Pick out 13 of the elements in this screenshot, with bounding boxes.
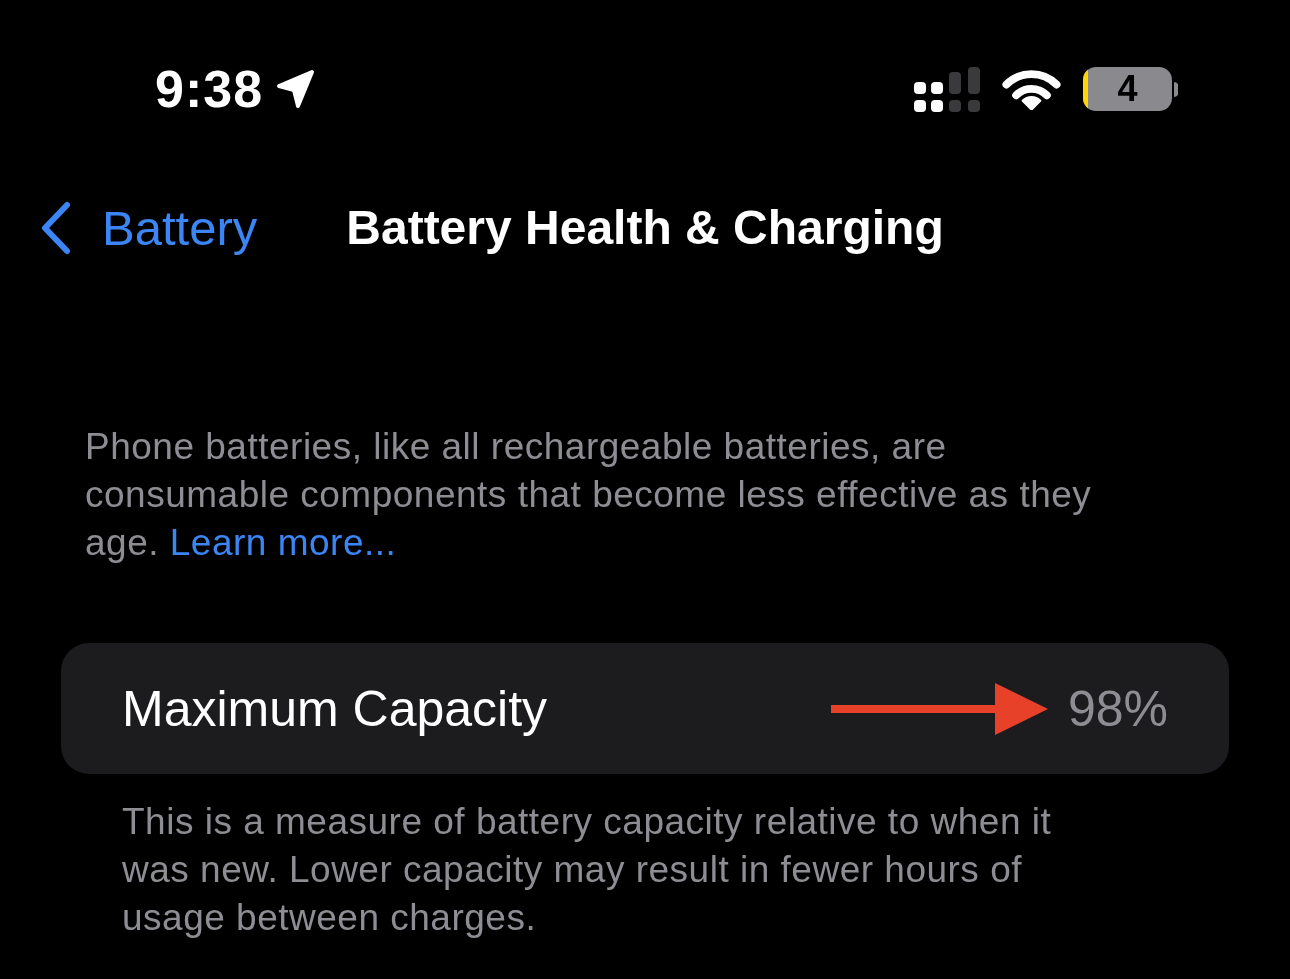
- intro-text: Phone batteries, like all rechargeable batteries, are consumable components that become less effective as they age. Learn more...: [85, 425, 1093, 565]
- page-title: Battery Health & Charging: [346, 200, 944, 256]
- location-arrow-icon: [275, 69, 316, 109]
- back-button[interactable]: Battery: [40, 200, 258, 256]
- back-chevron-icon: [40, 201, 72, 255]
- status-time: 9:38: [155, 62, 264, 116]
- wifi-icon: [1002, 68, 1061, 110]
- signal-bars-icon: [913, 66, 980, 112]
- capacity-value: 98%: [1067, 679, 1168, 738]
- capacity-note: This is a measure of battery capacity relative to when it was new. Lower capacity may result in fewer hours of usage between charges.: [122, 800, 1053, 940]
- learn-more-link[interactable]: Learn more...: [169, 522, 397, 563]
- capacity-label: Maximum Capacity: [122, 679, 548, 738]
- battery-percentage: 4: [1116, 67, 1139, 111]
